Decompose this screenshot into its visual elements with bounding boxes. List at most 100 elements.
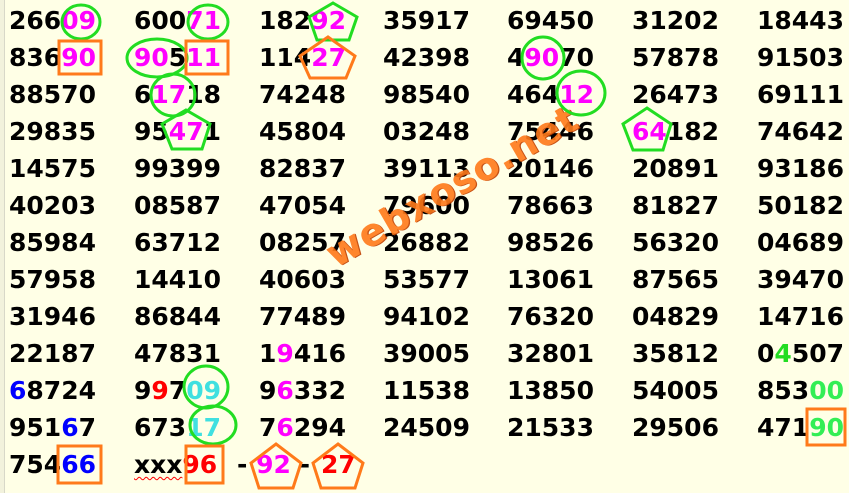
number-cell: 67317 (134, 413, 221, 443)
number-cell: 26609 (9, 6, 96, 36)
number-digits: 11538 (383, 376, 470, 405)
number-cell: 91503 (757, 43, 844, 73)
number-cell: 96332 (259, 376, 346, 406)
number-digits: 54005 (632, 376, 719, 405)
number-digits: 332 (293, 376, 346, 405)
number-digits: 31202 (632, 6, 719, 35)
number-digits: 5 (168, 43, 187, 72)
number-cell: 99399 (134, 154, 221, 184)
number-cell: - 92 - (237, 450, 310, 480)
number-digits: xxx (134, 450, 183, 479)
number-digits: 9 (276, 339, 294, 368)
number-digits: 90 (524, 43, 560, 72)
number-cell: 63712 (134, 228, 221, 258)
number-cell: 14716 (757, 302, 844, 332)
number-cell: 42398 (383, 43, 470, 73)
number-digits: 40603 (259, 265, 346, 294)
number-cell: 95167 (9, 413, 96, 443)
number-digits: 29835 (9, 117, 96, 146)
number-digits: 74248 (259, 80, 346, 109)
number-digits: 32801 (507, 339, 594, 368)
number-digits: 18443 (757, 6, 844, 35)
number-cell: 85300 (757, 376, 844, 406)
number-cell: 54005 (632, 376, 719, 406)
number-cell: 35917 (383, 6, 470, 36)
number-cell: 86844 (134, 302, 221, 332)
number-digits: 14716 (757, 302, 844, 331)
number-cell: 74642 (757, 117, 844, 147)
number-digits: 13061 (507, 265, 594, 294)
number-digits: 11 (186, 43, 221, 72)
number-cell: 99709 (134, 376, 221, 406)
number-cell: 95471 (134, 117, 221, 147)
number-digits: 14575 (9, 154, 96, 183)
number-digits: 6 (276, 376, 294, 405)
number-digits: 14410 (134, 265, 221, 294)
number-cell: 39005 (383, 339, 470, 369)
number-cell: 94102 (383, 302, 470, 332)
left-border (0, 0, 5, 493)
number-digits: 91503 (757, 43, 844, 72)
number-digits: 47831 (134, 339, 221, 368)
number-cell: 21533 (507, 413, 594, 443)
number-cell: 87565 (632, 265, 719, 295)
number-digits: 90 (61, 43, 96, 72)
number-digits: 951 (9, 413, 62, 442)
number-digits: 94102 (383, 302, 470, 331)
number-digits: 98526 (507, 228, 594, 257)
number-digits: 69450 (507, 6, 594, 35)
number-cell: 45804 (259, 117, 346, 147)
number-cell: 56320 (632, 228, 719, 258)
number-cell: 11538 (383, 376, 470, 406)
number-digits: 7 (259, 413, 277, 442)
number-digits: 64 (632, 117, 667, 146)
number-digits: 294 (293, 413, 346, 442)
number-digits: 04689 (757, 228, 844, 257)
number-digits: 182 (259, 6, 312, 35)
number-digits: 39470 (757, 265, 844, 294)
number-digits: 27 (321, 450, 356, 479)
number-cell: 22187 (9, 339, 96, 369)
number-cell: 29835 (9, 117, 96, 147)
number-digits: 21533 (507, 413, 594, 442)
number-digits: 35812 (632, 339, 719, 368)
number-cell: 35812 (632, 339, 719, 369)
number-cell: 14410 (134, 265, 221, 295)
number-cell: 40203 (9, 191, 96, 221)
number-cell: xxx96 (134, 450, 217, 480)
number-digits: 71 (186, 6, 221, 35)
number-digits: 78663 (507, 191, 594, 220)
number-digits: 57958 (9, 265, 96, 294)
number-digits: 99399 (134, 154, 221, 183)
number-digits: 96 (182, 450, 218, 479)
number-digits: 4 (507, 43, 525, 72)
number-digits: 95 (134, 117, 169, 146)
number-cell: 98526 (507, 228, 594, 258)
number-cell: 11427 (259, 43, 346, 73)
number-digits: 853 (757, 376, 810, 405)
number-digits: 9 (259, 376, 277, 405)
number-cell: 82837 (259, 154, 346, 184)
number-digits: 22187 (9, 339, 96, 368)
number-digits: 70 (559, 43, 594, 72)
number-digits: 88570 (9, 80, 96, 109)
number-cell: 40603 (259, 265, 346, 295)
number-digits: 08587 (134, 191, 221, 220)
number-digits: 39005 (383, 339, 470, 368)
number-digits: 90 (809, 413, 844, 442)
number-digits: 09 (61, 6, 96, 35)
number-digits: 56320 (632, 228, 719, 257)
number-cell: 60071 (134, 6, 221, 36)
number-cell: 98540 (383, 80, 470, 110)
number-cell: 20891 (632, 154, 719, 184)
number-digits: 76320 (507, 302, 594, 331)
number-cell: 26473 (632, 80, 719, 110)
number-digits: 03248 (383, 117, 470, 146)
number-cell: 90511 (134, 43, 221, 73)
number-cell: 39470 (757, 265, 844, 295)
number-cell: 47054 (259, 191, 346, 221)
number-digits: 45804 (259, 117, 346, 146)
number-digits: 18 (186, 80, 221, 109)
number-digits: 86844 (134, 302, 221, 331)
number-cell: 85984 (9, 228, 96, 258)
